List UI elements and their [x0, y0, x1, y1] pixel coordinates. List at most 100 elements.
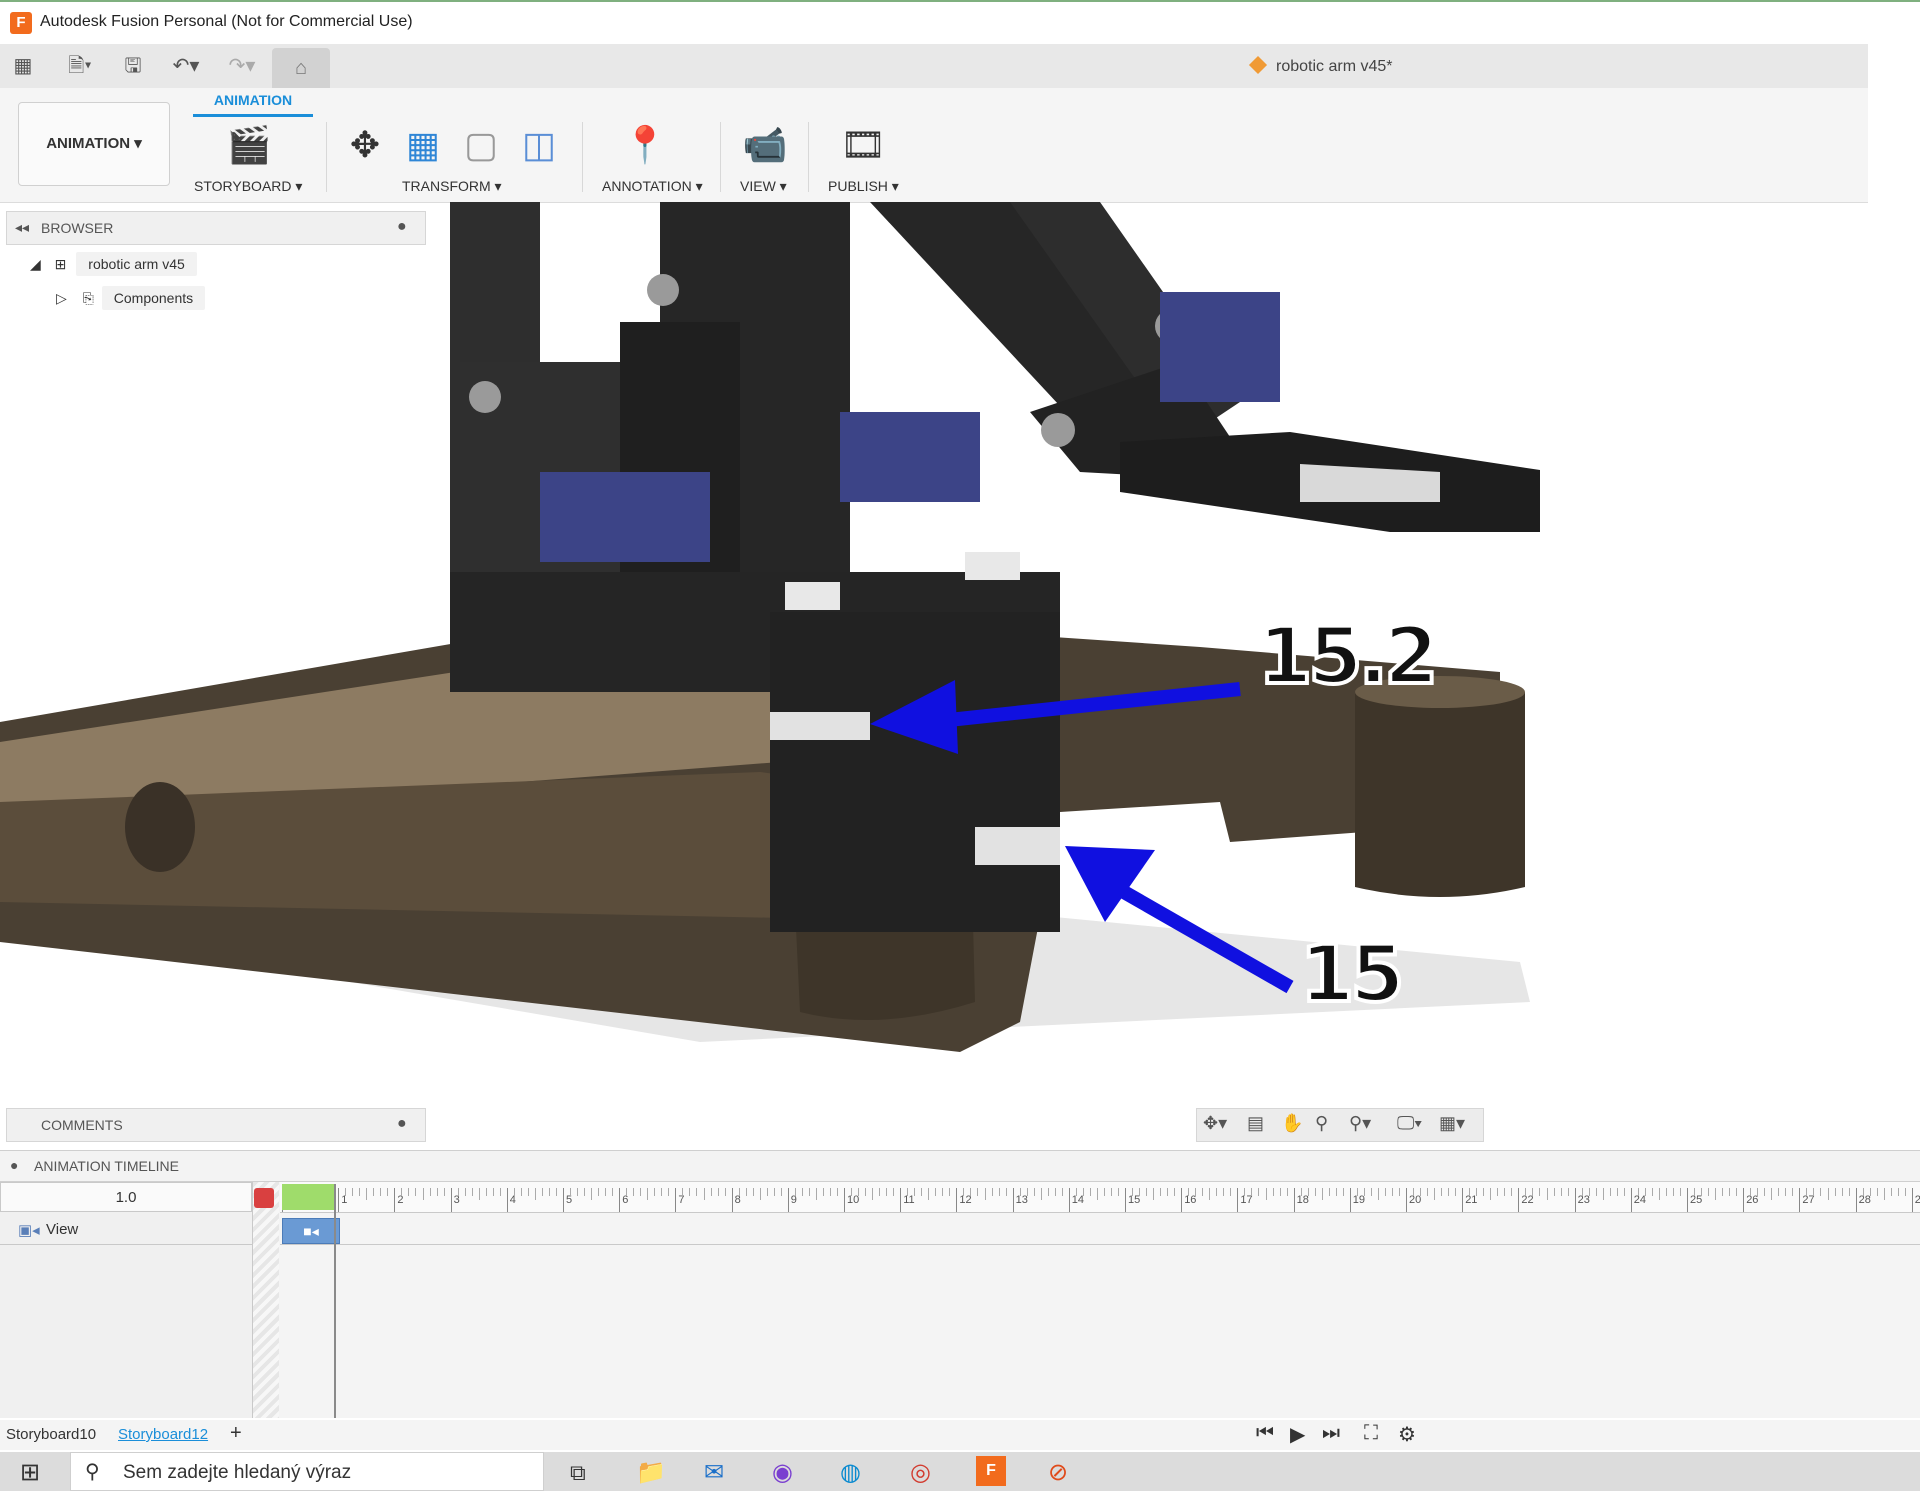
collapse-timeline-icon[interactable]: ●: [10, 1157, 18, 1173]
settings-gear-icon[interactable]: ⚙: [1398, 1422, 1416, 1447]
home-icon[interactable]: ⌂: [272, 48, 330, 88]
browser-options-icon[interactable]: ●: [397, 218, 407, 236]
browser-root-item[interactable]: ◢ ⊞ robotic arm v45: [30, 252, 197, 276]
pan-icon[interactable]: ✋: [1281, 1113, 1303, 1134]
file-menu-icon[interactable]: 🗎▾: [58, 52, 102, 80]
timeline-scale[interactable]: 1.0: [0, 1182, 252, 1212]
ruler-minor-tick: [1616, 1188, 1618, 1196]
add-comment-icon[interactable]: ●: [397, 1115, 407, 1133]
document-tab[interactable]: robotic arm v45*: [1248, 55, 1393, 76]
collapse-panel-icon[interactable]: ◂◂: [15, 219, 29, 236]
transform-menu[interactable]: TRANSFORM ▾: [402, 178, 502, 195]
view-menu[interactable]: VIEW ▾: [740, 178, 787, 195]
app-taskbar-icon[interactable]: ⊘: [1048, 1458, 1068, 1487]
play-icon[interactable]: ▶: [1290, 1422, 1305, 1447]
go-to-end-icon[interactable]: ⏭: [1322, 1422, 1340, 1445]
ruler-minor-tick: [759, 1188, 761, 1200]
fullscreen-icon[interactable]: ⛶: [1364, 1422, 1378, 1445]
ruler-major-tick: [1743, 1188, 1745, 1212]
edge-icon[interactable]: ◍: [840, 1458, 861, 1487]
go-to-start-icon[interactable]: ⏮: [1256, 1422, 1274, 1445]
ruler-minor-tick: [745, 1188, 747, 1196]
file-explorer-icon[interactable]: 📁: [636, 1458, 666, 1487]
publish-video-icon[interactable]: 🎞: [840, 122, 886, 168]
quick-access-toolbar: ▦ 🗎▾ 🖫 ↶▾ ↷▾ ⌂ robotic arm v45*: [0, 44, 1868, 89]
comments-panel-header[interactable]: COMMENTS ●: [6, 1108, 426, 1142]
orbit-icon[interactable]: ✥▾: [1203, 1113, 1227, 1134]
ruler-minor-tick: [963, 1188, 965, 1196]
vpn-icon[interactable]: ◉: [772, 1458, 793, 1487]
storyboard-tab-12[interactable]: Storyboard12: [118, 1426, 208, 1443]
new-storyboard-icon[interactable]: 🎬: [226, 122, 272, 168]
workspace-selector[interactable]: ANIMATION ▾: [18, 102, 170, 186]
timeline-header[interactable]: ● ANIMATION TIMELINE: [0, 1150, 1920, 1182]
show-hide-icon[interactable]: ▢: [458, 122, 504, 168]
expand-arrow-icon[interactable]: ▷: [56, 290, 67, 306]
move-icon[interactable]: ✥: [342, 122, 388, 168]
ruler-minor-tick: [1307, 1188, 1309, 1196]
ruler-minor-tick: [991, 1188, 993, 1196]
create-callout-icon[interactable]: 📍: [622, 122, 668, 168]
ruler-minor-tick: [1363, 1188, 1365, 1196]
ruler-minor-tick: [654, 1188, 656, 1196]
windows-start-icon[interactable]: ⊞: [20, 1458, 40, 1487]
ruler-minor-tick: [1848, 1188, 1850, 1196]
timeline-marker-icon[interactable]: [254, 1188, 274, 1208]
ruler-minor-tick: [1047, 1188, 1049, 1196]
ruler-minor-tick: [640, 1188, 642, 1196]
ruler-minor-tick: [1328, 1188, 1330, 1196]
ruler-minor-tick: [801, 1188, 803, 1196]
add-storyboard-button[interactable]: +: [230, 1422, 242, 1445]
publish-menu[interactable]: PUBLISH ▾: [828, 178, 899, 195]
auto-explode-icon[interactable]: ▦: [400, 122, 446, 168]
ruler-major-tick: [1687, 1188, 1688, 1212]
restore-home-icon[interactable]: ◫: [516, 122, 562, 168]
robotic-arm-model[interactable]: [0, 202, 1920, 1082]
taskbar-search[interactable]: ⚲ Sem zadejte hledaný výraz: [70, 1452, 544, 1491]
storyboard-menu[interactable]: STORYBOARD ▾: [194, 178, 302, 195]
display-settings-icon[interactable]: 🖵▾: [1397, 1113, 1422, 1134]
redo-icon[interactable]: ↷▾: [218, 52, 266, 80]
ruler-minor-tick: [1806, 1188, 1808, 1196]
ruler-minor-tick: [1862, 1188, 1864, 1196]
timeline-range[interactable]: [282, 1184, 334, 1210]
fit-icon[interactable]: ⚲▾: [1349, 1113, 1371, 1134]
expand-triangle-icon[interactable]: ◢: [30, 256, 41, 272]
save-icon[interactable]: 🖫: [116, 52, 150, 80]
ruler-minor-tick: [1026, 1188, 1028, 1196]
ruler-minor-tick: [1251, 1188, 1253, 1196]
ruler-minor-tick: [1609, 1188, 1611, 1196]
annotation-menu[interactable]: ANNOTATION ▾: [602, 178, 703, 195]
undo-icon[interactable]: ↶▾: [162, 52, 210, 80]
look-at-icon[interactable]: ▤: [1247, 1113, 1264, 1134]
zoom-icon[interactable]: ⚲: [1315, 1113, 1328, 1134]
mail-icon[interactable]: ✉: [704, 1458, 724, 1487]
ruler-minor-tick: [352, 1188, 354, 1196]
fusion-taskbar-icon[interactable]: F: [976, 1456, 1006, 1486]
task-view-icon[interactable]: ⧉: [570, 1460, 586, 1486]
browser-components-item[interactable]: ▷ ⎘ Components: [56, 286, 206, 310]
record-view-icon[interactable]: 📹: [742, 122, 788, 168]
ruler-minor-tick: [1469, 1188, 1471, 1196]
ruler-minor-tick: [633, 1188, 635, 1196]
ruler-minor-tick: [1890, 1188, 1892, 1196]
ruler-minor-tick: [1813, 1188, 1815, 1196]
camera-keyframe[interactable]: ■◂: [282, 1218, 340, 1244]
apps-grid-icon[interactable]: ▦: [6, 52, 40, 80]
ruler-minor-tick: [1827, 1188, 1829, 1200]
chrome-icon[interactable]: ◎: [910, 1458, 931, 1487]
tab-animation[interactable]: ANIMATION: [193, 92, 313, 117]
browser-panel-header[interactable]: ◂◂ BROWSER ●: [6, 211, 426, 245]
ruler-minor-tick: [359, 1188, 361, 1196]
grid-settings-icon[interactable]: ▦▾: [1439, 1113, 1465, 1134]
timeline-view-track[interactable]: ▣◂ View: [0, 1216, 252, 1245]
storyboard-tab-10[interactable]: Storyboard10: [6, 1426, 96, 1443]
dimension-label-bottom: 15: [1298, 928, 1407, 1022]
ruler-minor-tick: [1637, 1188, 1639, 1196]
ruler-minor-tick: [1581, 1188, 1583, 1196]
playhead[interactable]: [334, 1184, 336, 1418]
timeline-ruler[interactable]: 0123456789101112131415161718192021222324…: [280, 1182, 1920, 1213]
ruler-minor-tick: [1595, 1188, 1597, 1196]
3d-viewport[interactable]: [0, 202, 1920, 1082]
ruler-minor-tick: [1370, 1188, 1372, 1196]
